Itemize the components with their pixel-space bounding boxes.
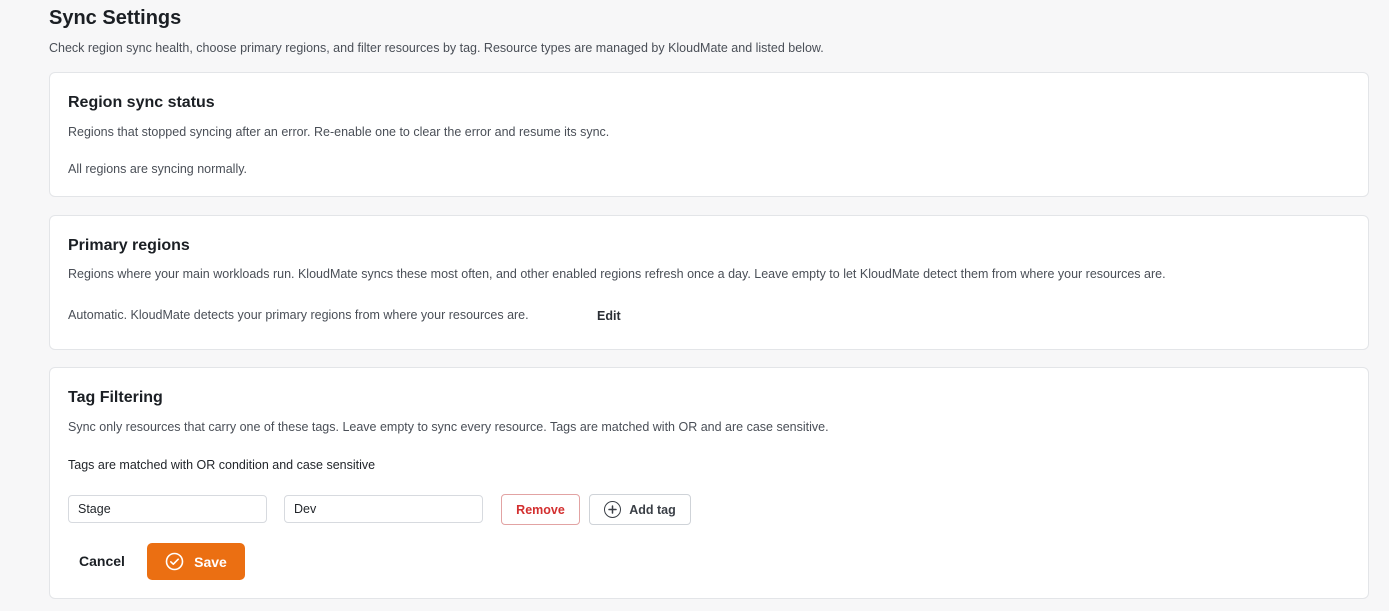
primary-regions-description: Regions where your main workloads run. K…	[68, 267, 1166, 281]
region-sync-status-title: Region sync status	[68, 94, 215, 111]
tag-filtering-card: Tag Filtering Sync only resources that c…	[49, 367, 1369, 599]
save-button[interactable]: Save	[147, 543, 245, 580]
remove-tag-button[interactable]: Remove	[501, 494, 580, 525]
edit-primary-regions-button[interactable]: Edit	[597, 309, 621, 323]
tag-filtering-description: Sync only resources that carry one of th…	[68, 420, 829, 434]
primary-regions-title: Primary regions	[68, 237, 190, 254]
add-tag-label: Add tag	[629, 502, 676, 517]
tag-value-input[interactable]	[284, 495, 483, 523]
tag-key-input[interactable]	[68, 495, 267, 523]
check-circle-icon	[165, 552, 184, 571]
remove-tag-label: Remove	[516, 502, 565, 517]
region-sync-status-description: Regions that stopped syncing after an er…	[68, 125, 610, 139]
page-title: Sync Settings	[49, 7, 182, 29]
tag-match-note: Tags are matched with OR condition and c…	[68, 458, 376, 472]
cancel-button[interactable]: Cancel	[79, 553, 125, 569]
page-subtitle: Check region sync health, choose primary…	[49, 41, 824, 55]
region-sync-status-text: All regions are syncing normally.	[68, 162, 248, 176]
region-sync-status-card: Region sync status Regions that stopped …	[49, 72, 1369, 197]
primary-regions-card: Primary regions Regions where your main …	[49, 215, 1369, 350]
primary-regions-current-mode: Automatic. KloudMate detects your primar…	[68, 308, 529, 322]
tag-filtering-title: Tag Filtering	[68, 389, 163, 406]
add-tag-button[interactable]: Add tag	[589, 494, 691, 525]
save-label: Save	[194, 553, 227, 570]
plus-circle-icon	[604, 501, 622, 518]
